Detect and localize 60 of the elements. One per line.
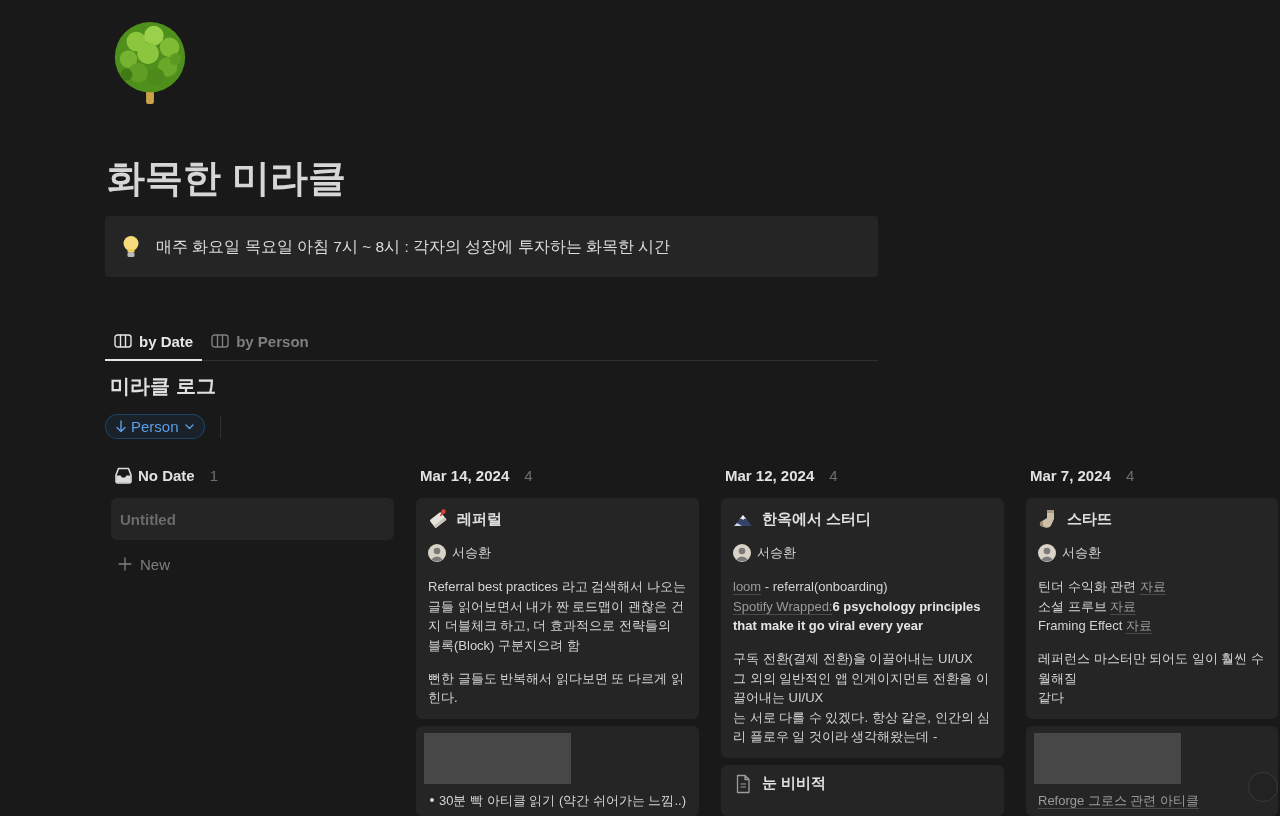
link[interactable]: Reforge 그로스 관련 아티클 bbox=[1038, 792, 1200, 809]
board-card[interactable]: Reforge 그로스 관련 아티클 bbox=[1026, 725, 1278, 816]
card-text: 소셜 프루브 자료 bbox=[1038, 597, 1138, 616]
database-title: 미라클 로그 bbox=[110, 374, 216, 399]
card-title: 스타뜨 bbox=[1067, 509, 1112, 529]
column-title: Mar 14, 2024 bbox=[420, 466, 510, 484]
column-title: Mar 12, 2024 bbox=[725, 466, 815, 484]
link[interactable]: 자료 bbox=[1139, 579, 1166, 595]
board-card[interactable]: 30분 빡 아티클 읽기 (약간 쉬어가는 느낌..) bbox=[416, 725, 699, 816]
card-text: Framing Effect 자료 bbox=[1038, 617, 1153, 636]
avatar-icon bbox=[1038, 544, 1056, 562]
link[interactable]: 자료 bbox=[1125, 618, 1152, 634]
card-title: Untitled bbox=[120, 510, 177, 528]
page-title: 화목한 미라클 bbox=[107, 156, 346, 201]
link[interactable]: loom bbox=[733, 579, 762, 595]
column-count: 4 bbox=[524, 466, 533, 484]
board-card[interactable]: 스타뜨 서승환 틴더 수익화 관련 자료 소셜 프루브 자료 Framing Effect 자료 레퍼런스 마스터만 되어도 일이 훨씬 수월해질 같다 bbox=[1026, 498, 1278, 719]
new-button[interactable]: New bbox=[111, 553, 177, 575]
board-card[interactable]: 레퍼럴 서승환 Referral best practices 라고 검색해서 나오는 글들 읽어보면서 내가 짠 로드맵이 괜찮은 건지 더블체크 하고, 더 효과적으로 전략들의 블록(Block) 구분지으려 함 뻔한 글들도 반복해서 읽다보면 또 다르게 읽힌다. bbox=[416, 498, 699, 719]
link[interactable]: 자료 bbox=[1110, 598, 1137, 615]
avatar-icon bbox=[428, 544, 446, 562]
caret-icon bbox=[184, 423, 194, 430]
column-count: 1 bbox=[209, 466, 219, 484]
column-title: No Date bbox=[138, 466, 195, 484]
column-count: 4 bbox=[829, 466, 838, 484]
card-text: 뻔한 글들도 반복해서 읽다보면 또 다르게 읽힌다. bbox=[428, 669, 685, 707]
board-card[interactable] bbox=[721, 498, 1004, 758]
card-text: 같다 bbox=[1038, 689, 1065, 707]
callout-text: 매주 화요일 목요일 아침 7시 ~ 8시 : 각자의 성장에 투자하는 화목한 시간 bbox=[156, 236, 671, 257]
link[interactable]: Spotify Wrapped: bbox=[733, 598, 833, 615]
card-text: 레퍼런스 마스터만 되어도 일이 훨씬 수월해질 bbox=[1038, 650, 1266, 688]
column-count: 4 bbox=[1125, 466, 1135, 484]
sort-button[interactable]: Person bbox=[105, 414, 205, 439]
arrow-down-icon bbox=[116, 420, 126, 433]
view-tab[interactable]: by Person bbox=[202, 323, 318, 361]
card-title: 눈 비비적 bbox=[762, 774, 827, 793]
person-name: 서승환 bbox=[1062, 544, 1101, 562]
view-tab[interactable]: by Date bbox=[105, 323, 203, 361]
board-icon bbox=[114, 334, 132, 348]
board-card[interactable]: Untitled bbox=[111, 498, 394, 540]
person-name: 서승환 bbox=[452, 544, 491, 562]
card-text: 는 서로 다를 수 있겠다. 항상 같은, 인간의 심리 플로우 일 것이라 생각해왔는데 - bbox=[733, 708, 992, 746]
board-icon bbox=[211, 334, 230, 348]
plus-icon bbox=[118, 557, 132, 571]
card-text: 틴더 수익화 관련 자료 bbox=[1038, 578, 1167, 597]
lightbulb-icon bbox=[122, 234, 140, 259]
avatar-icon bbox=[733, 544, 751, 562]
card-text: 구독 전환(결제 전환)을 이끌어내는 UI/UX bbox=[733, 650, 974, 668]
card-text: Referral best practices 라고 검색해서 나오는 글들 읽어보면서 내가 짠 로드맵이 괜찮은 건지 더블체크 하고, 더 효과적으로 전략들의 블록(Block) 구분지으려 함 bbox=[428, 578, 687, 655]
card-text: Spotify Wrapped:6 psychology principles that make it go viral every year bbox=[733, 597, 982, 635]
bullet-icon bbox=[430, 798, 434, 803]
bullet-text: 30분 빡 아티클 읽기 (약간 쉬어가는 느낌..) bbox=[439, 791, 686, 810]
card-text: loom - referral(onboarding) bbox=[733, 578, 889, 597]
card-title: 한옥에서 스터디 bbox=[762, 509, 872, 529]
card-title: 레퍼럴 bbox=[457, 509, 502, 529]
inbox-icon bbox=[115, 466, 132, 484]
column-title: Mar 7, 2024 bbox=[1030, 466, 1111, 484]
board-card[interactable]: 눈 비비적 bbox=[721, 764, 1004, 816]
person-name: 서승환 bbox=[757, 544, 796, 562]
card-text: 그 외의 일반적인 앱 인게이지먼트 전환을 이끌어내는 UI/UX bbox=[733, 669, 990, 707]
